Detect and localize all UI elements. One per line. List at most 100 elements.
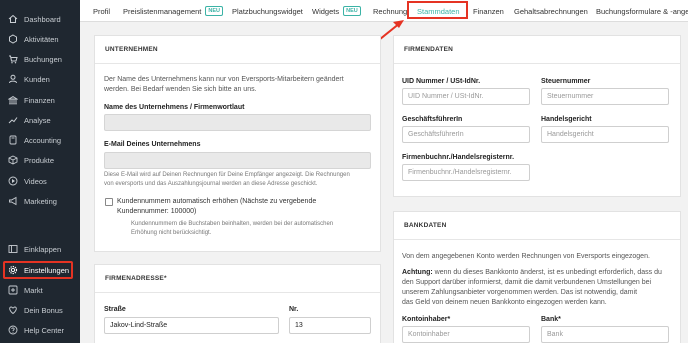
- bank-intro: Von dem angegebenen Konto werden Rechnun…: [402, 253, 650, 260]
- checkbox-help-line1: Kundennummern die Buchstaben beinhalten,…: [131, 221, 334, 227]
- tax-number-label: Steuernummer: [541, 78, 591, 85]
- highlight-box-stammdaten: [407, 1, 468, 19]
- tab-profil[interactable]: Profil: [93, 0, 110, 22]
- court-label: Handelsgericht: [541, 116, 592, 123]
- bank-warning-line4: das Geld von deinem neuen Bankkonto eing…: [402, 299, 607, 306]
- card-title: UNTERNEHMEN: [95, 36, 380, 64]
- sidebar-item-dein-bonus[interactable]: Dein Bonus: [0, 300, 80, 320]
- sidebar-item-label: Dein Bonus: [24, 305, 63, 315]
- checkbox-label-line1: Kundennummern automatisch erhöhen (Nächs…: [117, 198, 317, 205]
- company-name-label: Name des Unternehmens / Firmenwortlaut: [104, 104, 245, 111]
- bank-field[interactable]: Bank: [541, 326, 669, 343]
- home-icon: [8, 14, 18, 24]
- sidebar-item-label: Videos: [24, 176, 47, 186]
- email-help-line2: von eversports und das Auszahlungsjourna…: [104, 181, 318, 187]
- sidebar-item-label: Buchungen: [24, 54, 62, 64]
- card-title: FIRMENDATEN: [394, 36, 680, 64]
- tab-rechnung[interactable]: Rechnung: [373, 0, 407, 22]
- account-owner-label: Kontoinhaber*: [402, 316, 451, 323]
- ceo-field[interactable]: GeschäftsführerIn: [402, 126, 530, 143]
- sidebar-item-buchungen[interactable]: Buchungen: [0, 49, 80, 69]
- number-label: Nr.: [289, 306, 299, 313]
- card-title: BANKDATEN: [394, 212, 680, 240]
- sidebar-item-label: Einklappen: [24, 244, 62, 254]
- tab-label: Buchungsformulare & -angeb: [596, 6, 688, 16]
- checkbox-help-line2: Erhöhung nicht berücksichtigt.: [131, 230, 212, 236]
- warning-text: wenn du dieses Bankkonto änderst, ist es…: [432, 269, 662, 276]
- sidebar-item-label: Analyse: [24, 115, 51, 125]
- sidebar-item-help-center[interactable]: Help Center: [0, 320, 80, 340]
- help-icon: [8, 325, 18, 335]
- unternehmen-intro-line1: Der Name des Unternehmens kann nur von E…: [104, 76, 344, 83]
- tab-label: Profil: [93, 6, 111, 16]
- sidebar-item-analyse[interactable]: Analyse: [0, 110, 80, 130]
- sidebar-item-produkte[interactable]: Produkte: [0, 150, 80, 170]
- tab-finanzen[interactable]: Finanzen: [473, 0, 504, 22]
- sidebar-item-finanzen[interactable]: Finanzen: [0, 90, 80, 110]
- number-field[interactable]: 13: [289, 317, 371, 334]
- sidebar-item-label: Dashboard: [24, 14, 61, 24]
- tab-label: Platzbuchungswidget: [232, 6, 303, 16]
- account-owner-field[interactable]: Kontoinhaber: [402, 326, 530, 343]
- sidebar-item-kunden[interactable]: Kunden: [0, 69, 80, 89]
- new-badge: NEU: [205, 6, 223, 16]
- tab-preislistenmanagement[interactable]: Preislistenmanagement NEU: [123, 0, 223, 22]
- tax-number-field[interactable]: Steuernummer: [541, 88, 669, 105]
- collapse-icon: [8, 244, 18, 254]
- tab-bar: Profil Preislistenmanagement NEU Platzbuc…: [80, 0, 688, 22]
- sidebar: Dashboard Aktivitäten Buchungen Kunden F…: [0, 0, 80, 343]
- tab-buchungsformulare[interactable]: Buchungsformulare & -angeb: [596, 0, 688, 22]
- company-email-field[interactable]: [104, 152, 371, 169]
- sidebar-item-label: Marketing: [24, 196, 57, 206]
- new-badge: NEU: [343, 6, 361, 16]
- plus-box-icon: [8, 285, 18, 295]
- register-label: Firmenbuchnr./Handelsregisternr.: [402, 154, 515, 161]
- company-email-label: E-Mail Deines Unternehmens: [104, 141, 201, 148]
- megaphone-icon: [8, 196, 18, 206]
- card-title: FIRMENADRESSE*: [95, 265, 380, 293]
- tab-platzbuchungswidget[interactable]: Platzbuchungswidget: [232, 0, 303, 22]
- warning-bold: Achtung:: [402, 269, 433, 276]
- tab-label: Widgets: [312, 6, 340, 16]
- highlight-box-einstellungen: [3, 261, 73, 279]
- tab-label: Finanzen: [473, 6, 504, 16]
- sidebar-item-markt[interactable]: Markt: [0, 280, 80, 300]
- user-icon: [8, 74, 18, 84]
- checkbox-label-line2: Kundennummer: 100000): [117, 208, 197, 215]
- calculator-icon: [8, 135, 18, 145]
- tab-label: Gehaltsabrechnungen: [514, 6, 588, 16]
- sidebar-item-einklappen[interactable]: Einklappen: [0, 239, 80, 259]
- tab-gehaltsabrechnungen[interactable]: Gehaltsabrechnungen: [514, 0, 588, 22]
- sidebar-item-label: Finanzen: [24, 95, 55, 105]
- tab-widgets[interactable]: Widgets NEU: [312, 0, 361, 22]
- street-field[interactable]: Jakov-Lind-Straße: [104, 317, 279, 334]
- sidebar-item-label: Accounting: [24, 135, 62, 145]
- sidebar-item-videos[interactable]: Videos: [0, 171, 80, 191]
- bank-warning-line3: unserem Zahlungsanbieter vorgenommen wer…: [402, 289, 638, 296]
- bank-warning-line1: Achtung: wenn du dieses Bankkonto änders…: [402, 268, 662, 277]
- sidebar-item-label: Kunden: [24, 74, 50, 84]
- company-name-field: [104, 114, 371, 131]
- sidebar-item-dashboard[interactable]: Dashboard: [0, 9, 80, 29]
- auto-increment-checkbox[interactable]: [105, 198, 113, 206]
- court-field[interactable]: Handelsgericht: [541, 126, 669, 143]
- sidebar-item-label: Produkte: [24, 155, 55, 165]
- sidebar-item-accounting[interactable]: Accounting: [0, 130, 80, 150]
- sidebar-item-label: Help Center: [24, 325, 65, 335]
- bank-icon: [8, 95, 18, 105]
- cart-icon: [8, 54, 18, 64]
- play-icon: [8, 176, 18, 186]
- register-field[interactable]: Firmenbuchnr./Handelsregisternr.: [402, 164, 530, 181]
- uid-label: UID Nummer / USt-IdNr.: [402, 78, 481, 85]
- sidebar-item-marketing[interactable]: Marketing: [0, 191, 80, 211]
- email-help-line1: Diese E-Mail wird auf Deinen Rechnungen …: [104, 172, 350, 178]
- sidebar-item-label: Aktivitäten: [24, 34, 59, 44]
- unternehmen-intro-line2: werden. Bei Bedarf wenden Sie sich bitte…: [104, 86, 257, 93]
- street-label: Straße: [104, 306, 126, 313]
- ceo-label: GeschäftsführerIn: [402, 116, 463, 123]
- bank-label: Bank*: [541, 316, 561, 323]
- uid-field[interactable]: UID Nummer / USt-IdNr.: [402, 88, 530, 105]
- activity-icon: [8, 34, 18, 44]
- sidebar-item-aktivitaeten[interactable]: Aktivitäten: [0, 29, 80, 49]
- bankdaten-card: BANKDATEN: [393, 211, 681, 343]
